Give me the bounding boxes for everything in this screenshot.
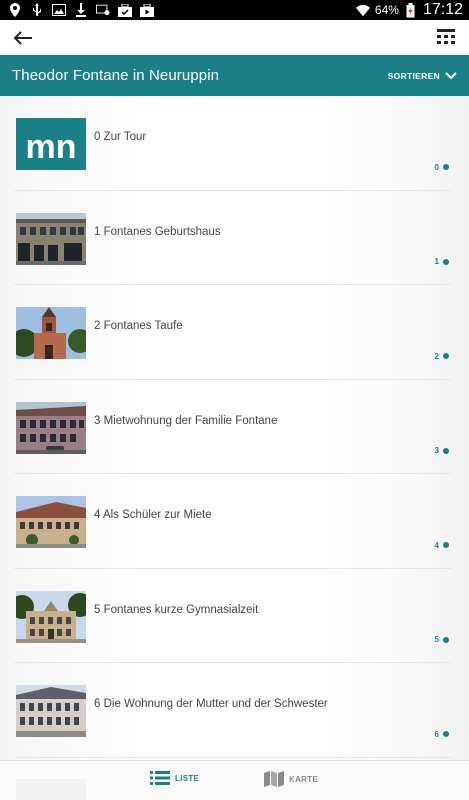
tab-map-label: KARTE bbox=[289, 774, 319, 784]
wifi-icon bbox=[355, 3, 370, 17]
item-count: 4 bbox=[435, 541, 449, 550]
list-item[interactable]: 6 Die Wohnung der Mutter und der Schwest… bbox=[0, 663, 469, 758]
item-count: 1 bbox=[435, 257, 449, 266]
status-bar: 64% 17:12 bbox=[0, 0, 469, 20]
list-item[interactable]: mn 0 Zur Tour 0 bbox=[0, 96, 469, 191]
item-count: 2 bbox=[435, 352, 449, 361]
item-count: 3 bbox=[435, 446, 449, 455]
item-title: 4 Als Schüler zur Miete bbox=[94, 509, 212, 521]
tab-map[interactable]: KARTE bbox=[264, 771, 318, 787]
item-title: 0 Zur Tour bbox=[94, 131, 147, 143]
item-title: 1 Fontanes Geburtshaus bbox=[94, 225, 221, 238]
list-item[interactable]: 5 Fontanes kurze Gymnasialzeit 5 bbox=[0, 569, 469, 663]
svg-text:mn: mn bbox=[26, 128, 77, 166]
item-count: 0 bbox=[435, 163, 449, 172]
item-count: 5 bbox=[435, 635, 449, 644]
mn-logo-thumbnail: mn bbox=[16, 118, 86, 170]
location-icon bbox=[8, 3, 22, 17]
top-toolbar bbox=[0, 20, 469, 55]
briefcase-check-icon bbox=[118, 3, 132, 17]
battery-icon bbox=[404, 2, 418, 17]
clock: 17:12 bbox=[422, 1, 463, 18]
tab-list-label: LISTE bbox=[175, 773, 200, 783]
item-title: 2 Fontanes Taufe bbox=[94, 320, 183, 332]
usb-icon bbox=[30, 3, 44, 17]
download-icon bbox=[74, 3, 88, 17]
item-title: 5 Fontanes kurze Gymnasialzeit bbox=[94, 603, 259, 616]
item-count: 6 bbox=[435, 730, 449, 739]
bottom-navigation: LISTE KARTE bbox=[0, 760, 469, 800]
page-title: Theodor Fontane in Neuruppin bbox=[12, 67, 220, 84]
briefcase-play-icon bbox=[140, 3, 154, 17]
partially-hidden-thumbnail bbox=[16, 779, 86, 800]
list-item[interactable]: 3 Mietwohnung der Familie Fontane 3 bbox=[0, 380, 469, 474]
tab-list[interactable]: LISTE bbox=[150, 771, 199, 785]
church-thumbnail bbox=[16, 307, 86, 359]
image-icon bbox=[52, 3, 66, 17]
chevron-down-icon bbox=[445, 71, 457, 79]
list-item[interactable]: 4 Als Schüler zur Miete 4 bbox=[0, 474, 469, 569]
item-title: 3 Mietwohnung der Familie Fontane bbox=[94, 414, 278, 427]
school-thumbnail bbox=[16, 590, 86, 643]
list-item[interactable]: 2 Fontanes Taufe 2 bbox=[0, 285, 469, 380]
sort-button[interactable]: SORTIEREN bbox=[388, 71, 457, 81]
building-thumbnail bbox=[16, 685, 86, 737]
list-icon bbox=[150, 771, 170, 785]
map-icon bbox=[264, 771, 284, 787]
filter-button[interactable] bbox=[433, 25, 459, 51]
building-thumbnail bbox=[16, 401, 86, 454]
tour-header: Theodor Fontane in Neuruppin SORTIEREN bbox=[0, 55, 469, 96]
battery-percent: 64% bbox=[374, 3, 399, 17]
arrow-left-icon bbox=[13, 30, 32, 45]
filter-grid-icon bbox=[437, 28, 455, 44]
cast-icon bbox=[96, 3, 110, 17]
sort-label: SORTIEREN bbox=[387, 70, 440, 81]
list-item[interactable]: 1 Fontanes Geburtshaus 1 bbox=[0, 191, 469, 285]
building-thumbnail bbox=[16, 496, 86, 548]
item-title: 6 Die Wohnung der Mutter und der Schwest… bbox=[94, 698, 328, 710]
building-thumbnail bbox=[16, 212, 86, 265]
back-button[interactable] bbox=[10, 25, 36, 51]
station-list: mn 0 Zur Tour 0 1 Fontanes Geburtshaus 1 bbox=[0, 96, 469, 760]
